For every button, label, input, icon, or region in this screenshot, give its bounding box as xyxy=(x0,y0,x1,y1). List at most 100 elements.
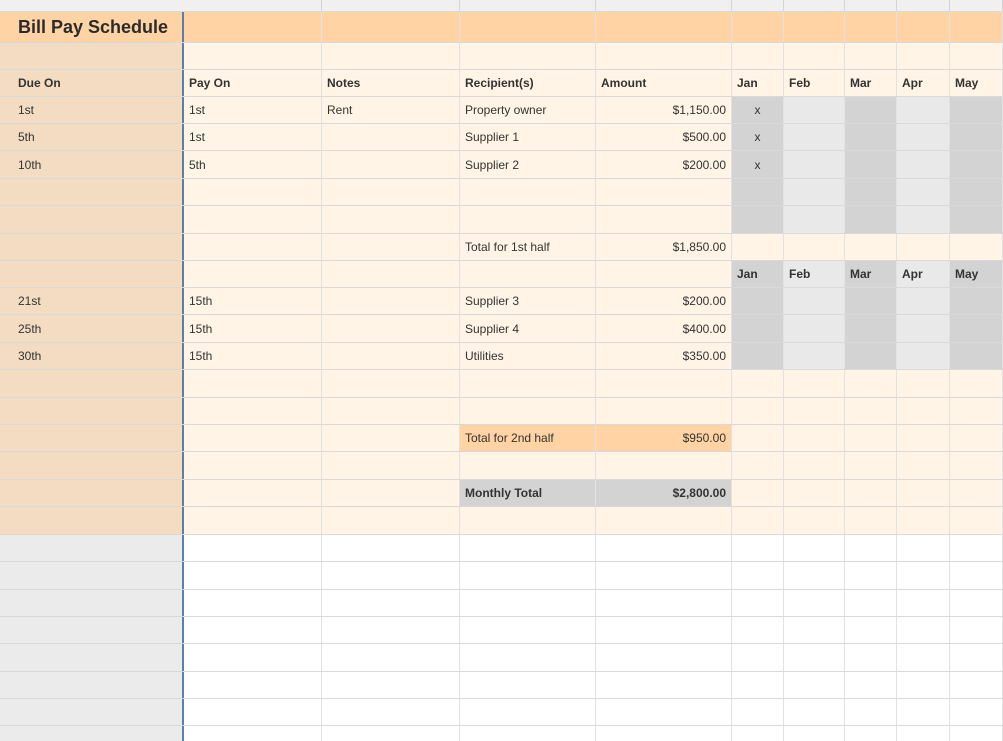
cell[interactable] xyxy=(845,425,897,451)
header-amount[interactable]: Amount xyxy=(596,70,732,96)
cell[interactable] xyxy=(784,452,845,479)
cell[interactable] xyxy=(596,644,732,671)
cell[interactable] xyxy=(460,726,596,741)
cell[interactable] xyxy=(460,12,596,42)
cell[interactable] xyxy=(596,206,732,233)
cell[interactable] xyxy=(732,234,784,260)
cell[interactable] xyxy=(596,699,732,725)
cell[interactable] xyxy=(950,12,1003,42)
cell[interactable] xyxy=(732,12,784,42)
cell[interactable] xyxy=(322,617,460,643)
cell[interactable] xyxy=(184,398,322,424)
cell[interactable] xyxy=(322,261,460,287)
apr-cell[interactable] xyxy=(897,151,950,178)
cell[interactable] xyxy=(596,590,732,616)
cell[interactable] xyxy=(950,43,1003,69)
due-on-cell[interactable]: 21st xyxy=(0,288,184,314)
recipient-cell[interactable]: Supplier 2 xyxy=(460,151,596,178)
due-on-cell[interactable]: 10th xyxy=(0,151,184,178)
cell[interactable] xyxy=(845,672,897,698)
cell[interactable] xyxy=(897,617,950,643)
total-2nd-half-amount[interactable]: $950.00 xyxy=(596,425,732,451)
cell[interactable] xyxy=(322,535,460,561)
cell[interactable] xyxy=(0,644,184,671)
cell[interactable] xyxy=(950,617,1003,643)
cell[interactable] xyxy=(845,562,897,589)
feb-cell[interactable] xyxy=(784,124,845,150)
cell[interactable] xyxy=(460,43,596,69)
header-jan-2[interactable]: Jan xyxy=(732,261,784,287)
cell[interactable] xyxy=(784,726,845,741)
cell[interactable] xyxy=(322,398,460,424)
cell[interactable] xyxy=(184,590,322,616)
cell[interactable] xyxy=(784,699,845,725)
cell[interactable] xyxy=(596,507,732,534)
cell[interactable] xyxy=(784,672,845,698)
may-cell[interactable] xyxy=(950,124,1003,150)
cell[interactable] xyxy=(596,12,732,42)
column-header-h[interactable] xyxy=(845,0,897,11)
cell[interactable] xyxy=(184,425,322,451)
cell[interactable] xyxy=(184,726,322,741)
recipient-cell[interactable]: Utilities xyxy=(460,343,596,369)
column-header-g[interactable] xyxy=(784,0,845,11)
cell[interactable] xyxy=(897,644,950,671)
cell[interactable] xyxy=(184,12,322,42)
cell[interactable] xyxy=(845,617,897,643)
cell[interactable] xyxy=(322,699,460,725)
jan-cell[interactable] xyxy=(732,315,784,342)
due-on-cell[interactable]: 25th xyxy=(0,315,184,342)
feb-cell[interactable] xyxy=(784,343,845,369)
cell[interactable] xyxy=(950,535,1003,561)
cell[interactable] xyxy=(0,699,184,725)
mar-cell[interactable] xyxy=(845,315,897,342)
due-on-cell[interactable]: 30th xyxy=(0,343,184,369)
cell[interactable] xyxy=(950,562,1003,589)
cell[interactable] xyxy=(596,398,732,424)
cell[interactable] xyxy=(460,699,596,725)
cell[interactable] xyxy=(0,370,184,397)
may-cell[interactable] xyxy=(950,343,1003,369)
cell[interactable] xyxy=(460,617,596,643)
cell[interactable] xyxy=(322,480,460,506)
cell[interactable] xyxy=(460,535,596,561)
cell[interactable] xyxy=(897,234,950,260)
apr-cell[interactable] xyxy=(897,315,950,342)
cell[interactable] xyxy=(596,179,732,205)
cell[interactable] xyxy=(845,507,897,534)
cell[interactable] xyxy=(460,261,596,287)
pay-on-cell[interactable]: 1st xyxy=(184,97,322,123)
header-notes[interactable]: Notes xyxy=(322,70,460,96)
cell[interactable] xyxy=(184,206,322,233)
cell[interactable] xyxy=(0,617,184,643)
cell[interactable] xyxy=(732,179,784,205)
notes-cell[interactable] xyxy=(322,124,460,150)
pay-on-cell[interactable]: 5th xyxy=(184,151,322,178)
cell[interactable] xyxy=(950,234,1003,260)
cell[interactable] xyxy=(845,644,897,671)
cell[interactable] xyxy=(897,12,950,42)
cell[interactable] xyxy=(950,726,1003,741)
cell[interactable] xyxy=(0,672,184,698)
cell[interactable] xyxy=(0,398,184,424)
pay-on-cell[interactable]: 15th xyxy=(184,315,322,342)
cell[interactable] xyxy=(184,535,322,561)
cell[interactable] xyxy=(845,699,897,725)
cell[interactable] xyxy=(784,179,845,205)
cell[interactable] xyxy=(897,535,950,561)
cell[interactable] xyxy=(184,261,322,287)
feb-cell[interactable] xyxy=(784,288,845,314)
mar-cell[interactable] xyxy=(845,288,897,314)
amount-cell[interactable]: $500.00 xyxy=(596,124,732,150)
cell[interactable] xyxy=(732,726,784,741)
cell[interactable] xyxy=(950,452,1003,479)
recipient-cell[interactable]: Supplier 4 xyxy=(460,315,596,342)
total-2nd-half-label[interactable]: Total for 2nd half xyxy=(460,425,596,451)
cell[interactable] xyxy=(322,425,460,451)
notes-cell[interactable] xyxy=(322,151,460,178)
recipient-cell[interactable]: Property owner xyxy=(460,97,596,123)
cell[interactable] xyxy=(784,507,845,534)
column-header-e[interactable] xyxy=(596,0,732,11)
cell[interactable] xyxy=(460,452,596,479)
notes-cell[interactable]: Rent xyxy=(322,97,460,123)
